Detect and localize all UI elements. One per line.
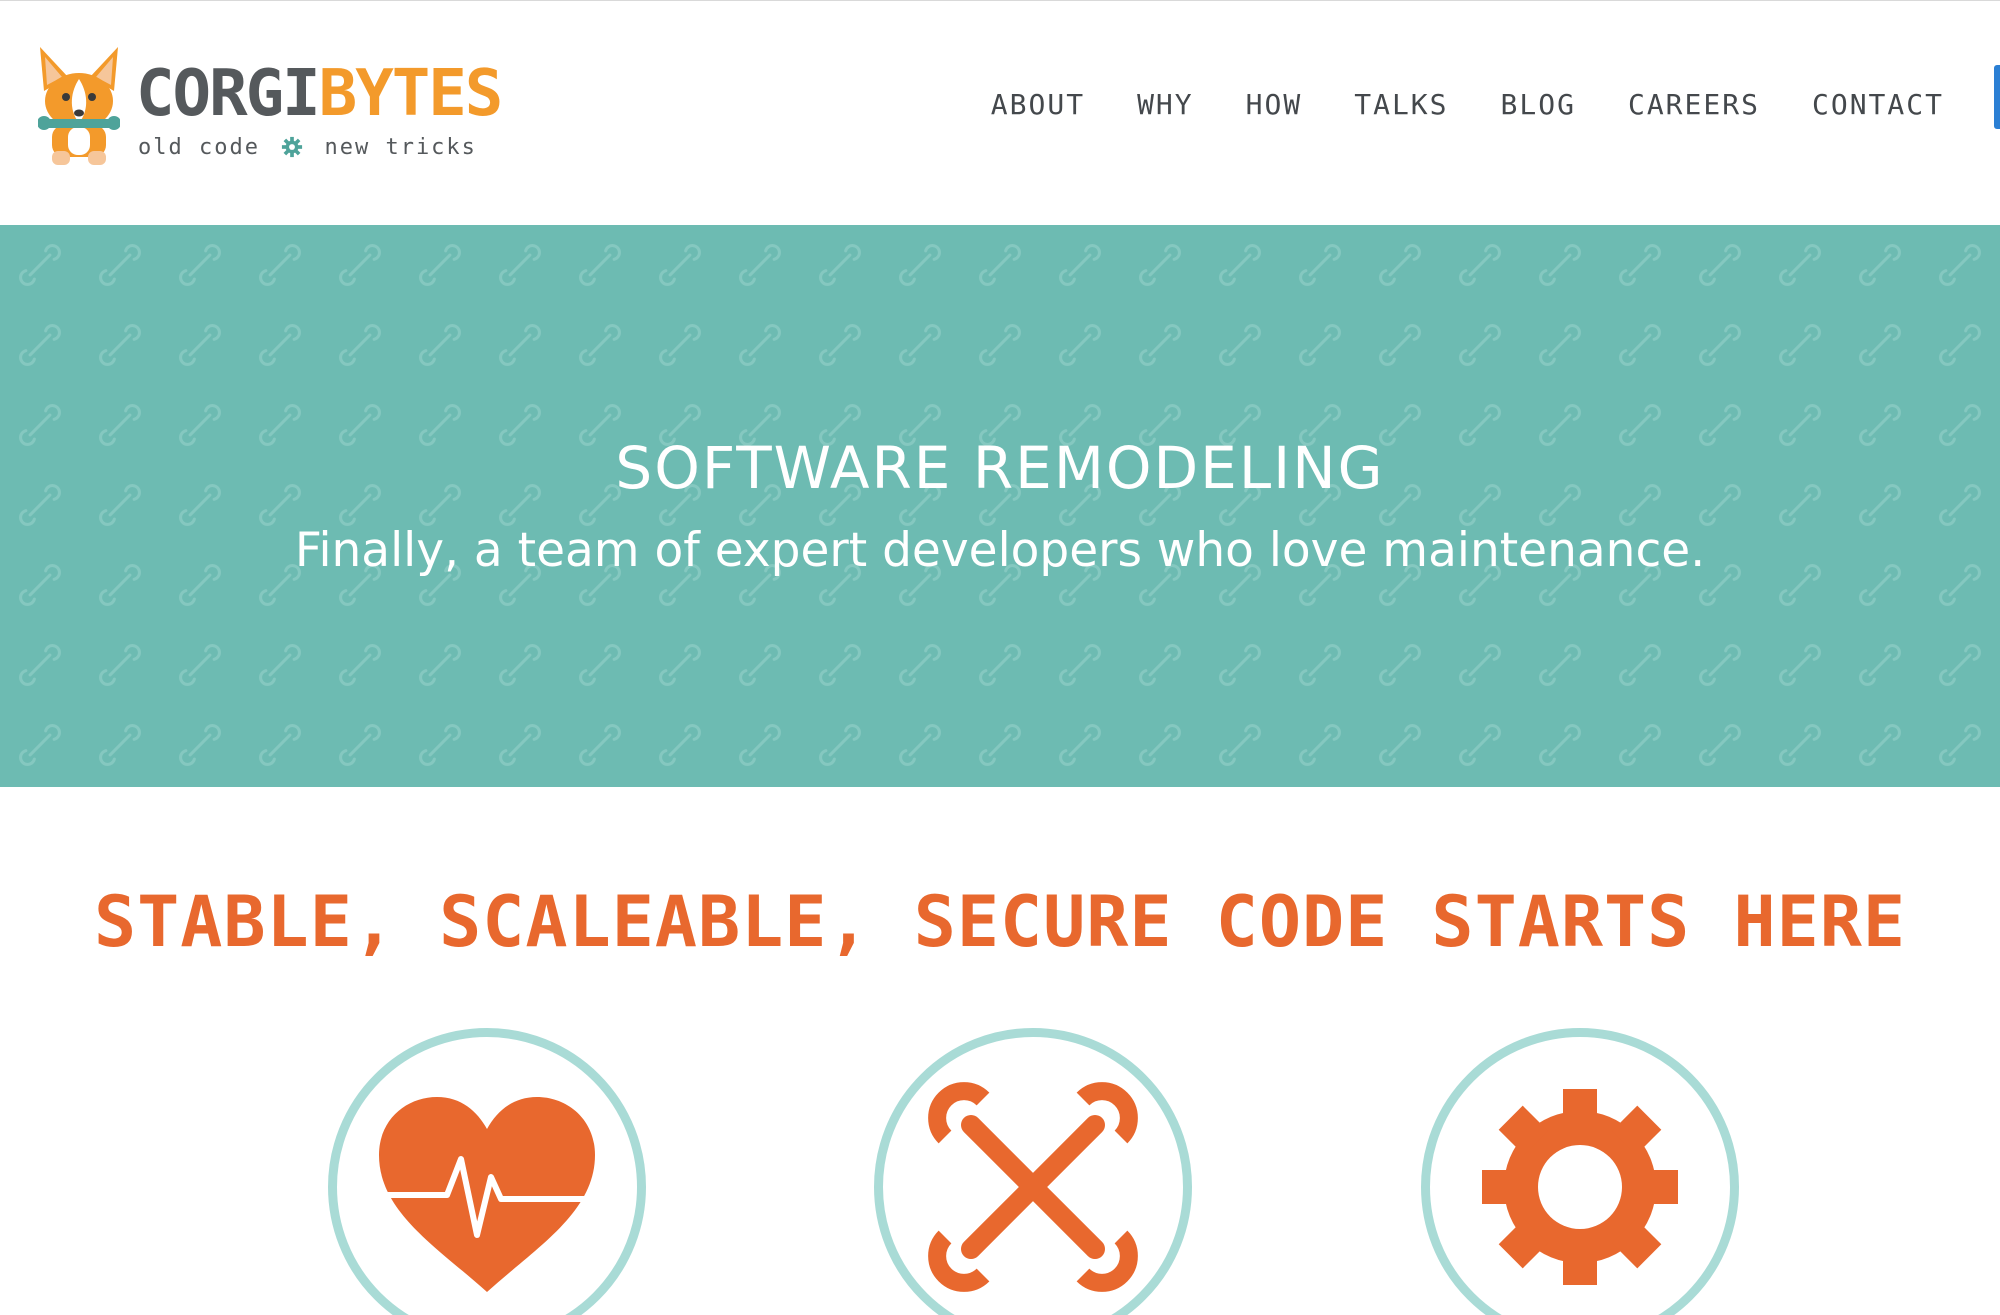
logo-link[interactable]: CORGIBYTES old code new tricks [38, 39, 504, 169]
hero-subtitle: Finally, a team of expert developers who… [294, 523, 1706, 578]
hero-title: SOFTWARE REMODELING [615, 434, 1385, 502]
edge-tab[interactable] [1994, 65, 2000, 129]
nav-item-careers[interactable]: CAREERS [1628, 88, 1760, 122]
brand-name: CORGIBYTES [136, 57, 504, 131]
site-header: CORGIBYTES old code new tricks ABOUT WHY… [0, 0, 2000, 225]
brand-name-part1: CORGI [136, 57, 321, 131]
corgi-logo-icon [38, 47, 120, 165]
nav-item-why[interactable]: WHY [1137, 88, 1194, 122]
main-nav: ABOUT WHY HOW TALKS BLOG CAREERS CONTACT [991, 88, 1944, 122]
brand-name-part2: BYTES [318, 57, 504, 131]
crossed-wrenches-icon [928, 1082, 1138, 1292]
wrench-pattern-background [0, 225, 2000, 787]
hero-banner: SOFTWARE REMODELING Finally, a team of e… [0, 225, 2000, 787]
features-title: STABLE, SCALEABLE, SECURE CODE STARTS HE… [93, 881, 1907, 963]
feature-wrenches [874, 1028, 1192, 1315]
gear-icon [1482, 1089, 1678, 1285]
tagline-right: new tricks [324, 135, 477, 160]
feature-heartbeat [328, 1028, 646, 1315]
tagline-left: old code [138, 135, 260, 160]
tagline: old code new tricks [138, 135, 477, 161]
feature-gear [1421, 1028, 1739, 1315]
nav-item-talks[interactable]: TALKS [1354, 88, 1448, 122]
nav-item-blog[interactable]: BLOG [1501, 88, 1576, 122]
nav-item-about[interactable]: ABOUT [991, 88, 1085, 122]
nav-item-how[interactable]: HOW [1246, 88, 1303, 122]
nav-item-contact[interactable]: CONTACT [1812, 88, 1944, 122]
gear-icon [282, 136, 303, 158]
heartbeat-icon [379, 1097, 595, 1292]
